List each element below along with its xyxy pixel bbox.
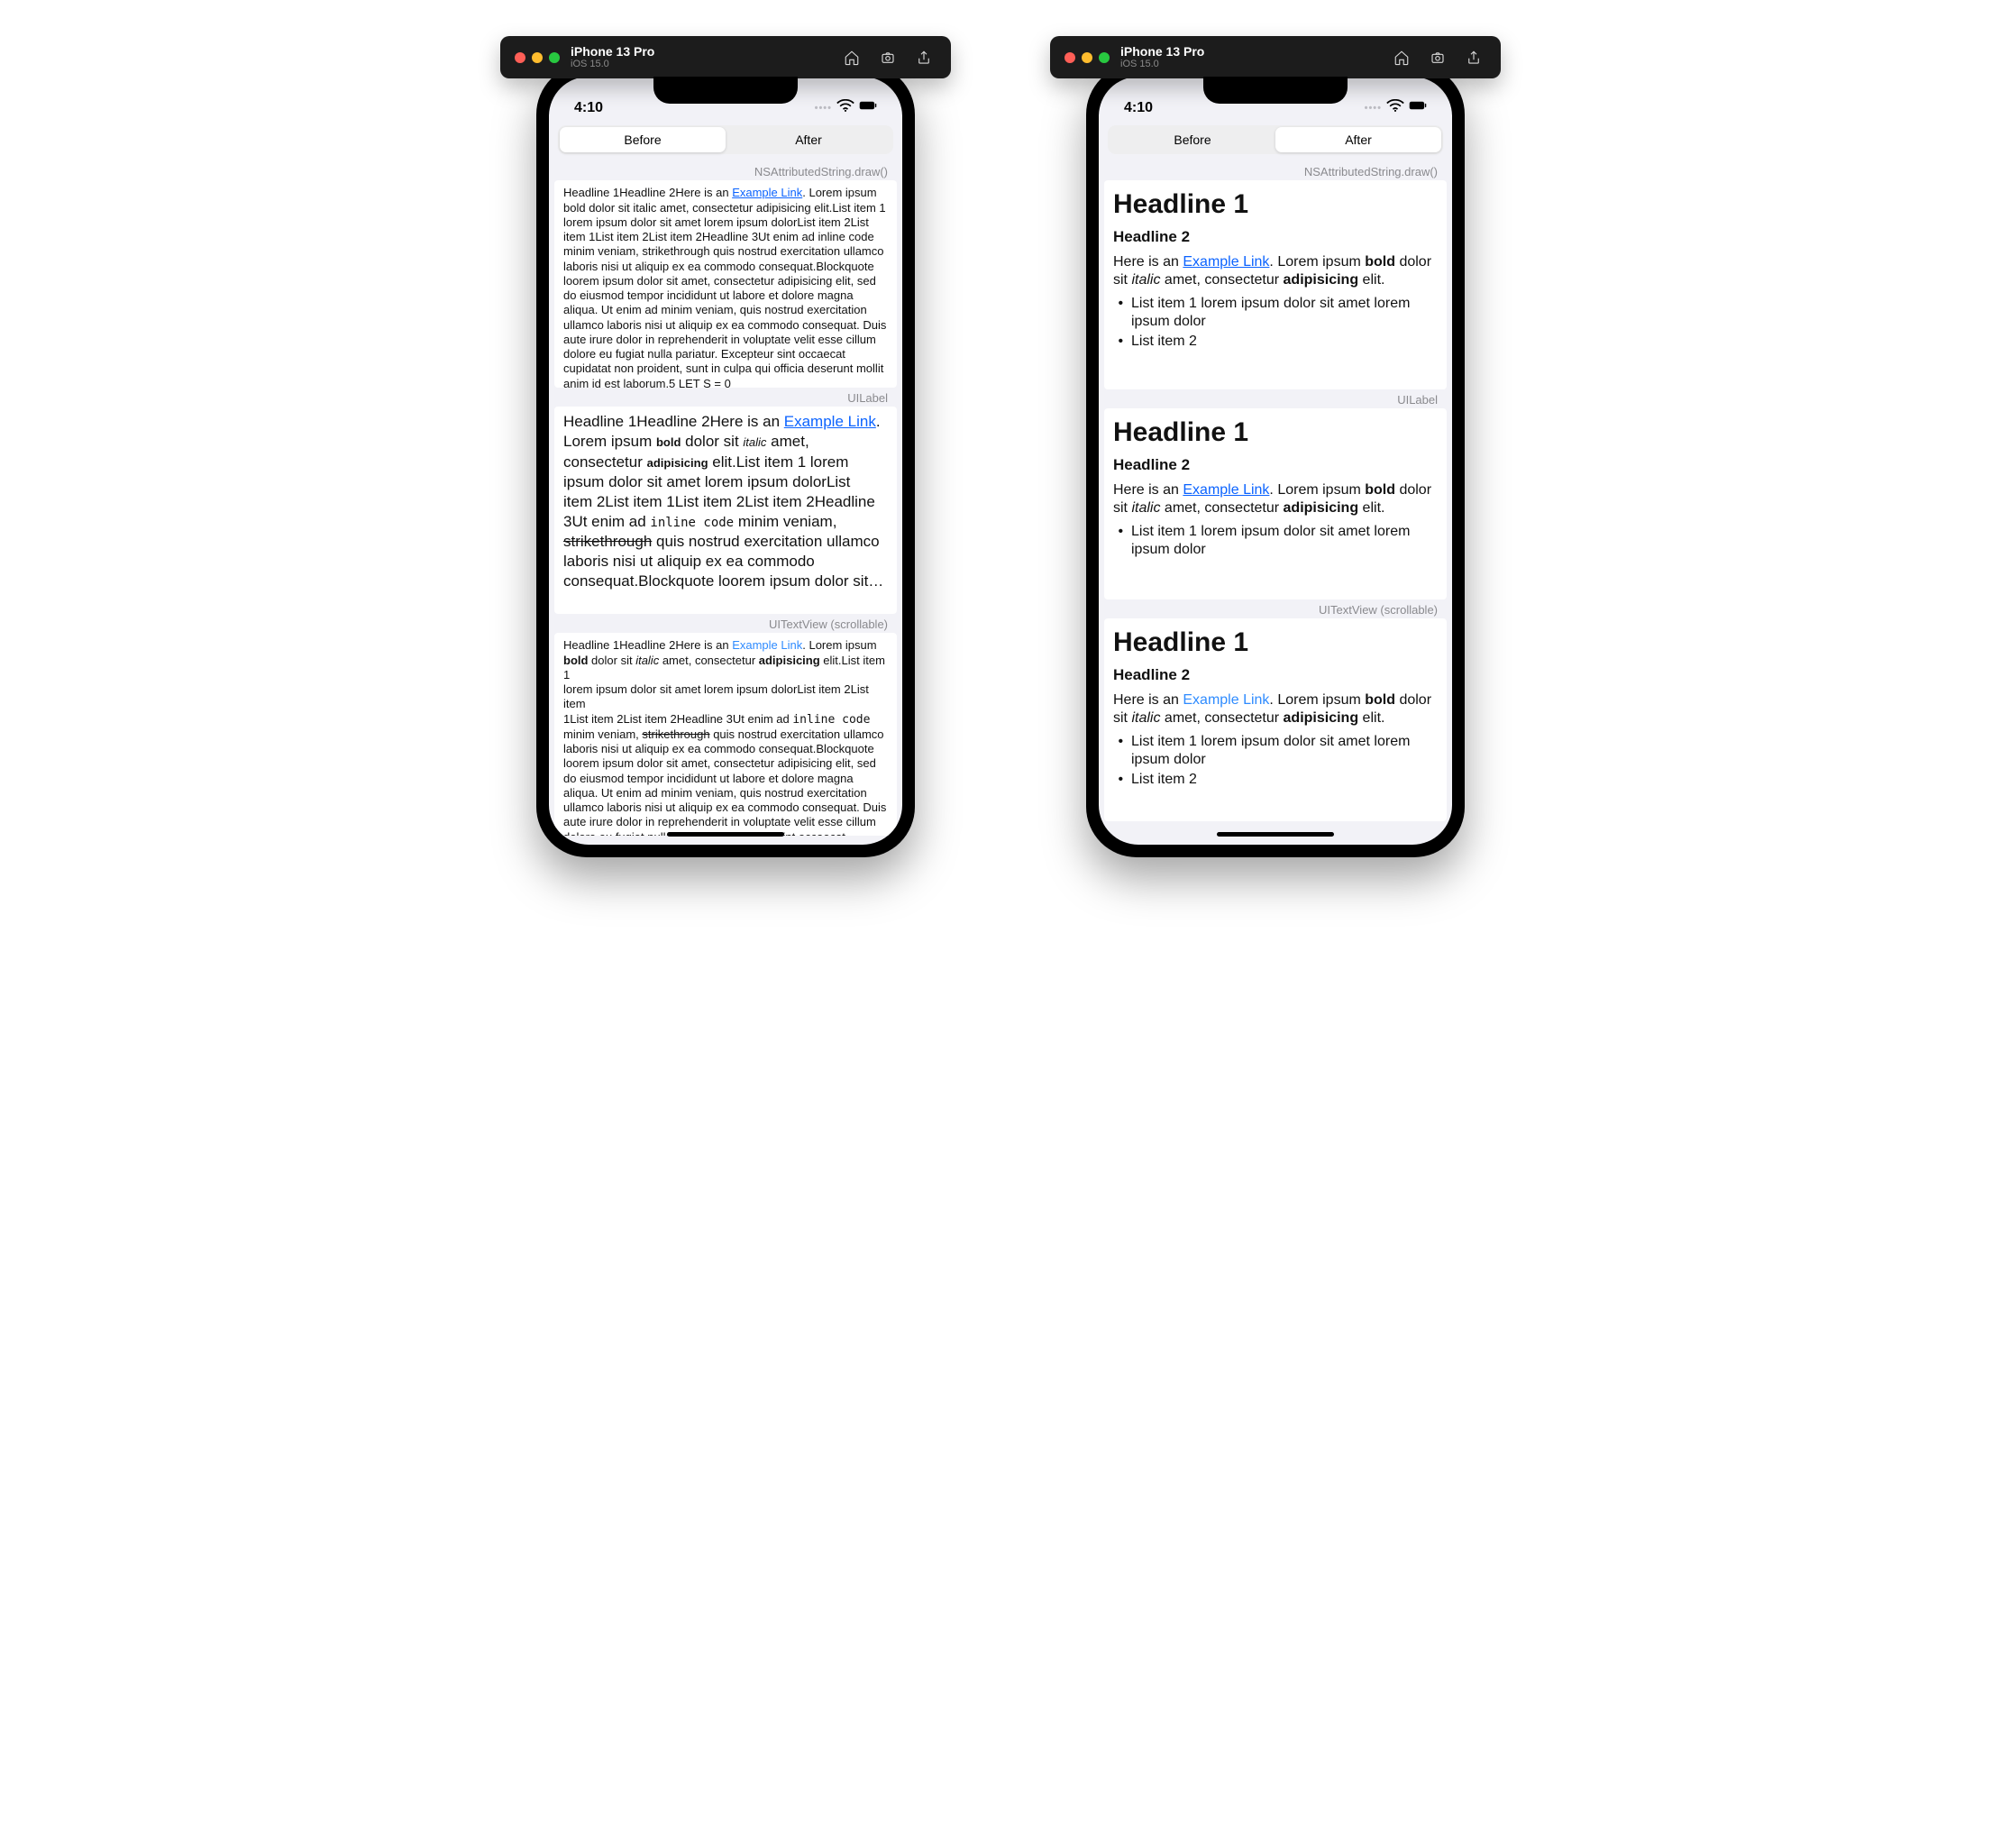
- close-icon[interactable]: [515, 52, 525, 63]
- section-label-draw: NSAttributedString.draw(): [1104, 161, 1447, 180]
- battery-icon: [1409, 99, 1427, 116]
- device-name: iPhone 13 Pro: [1120, 45, 1204, 59]
- example-link[interactable]: Example Link: [1183, 692, 1269, 708]
- panel-uilabel: Headline 1Headline 2Here is an Example L…: [554, 407, 897, 614]
- list-item: List item 2: [1131, 333, 1438, 351]
- cellular-icon: ••••: [815, 103, 832, 114]
- screenshot-icon[interactable]: [1425, 48, 1450, 68]
- section-label-uilabel: UILabel: [554, 388, 897, 407]
- simulator-before: iPhone 13 Pro iOS 15.0 4:10 •••• Before: [500, 36, 951, 857]
- headline-2: Headline 2: [1113, 455, 1438, 474]
- list-item: List item 1 lorem ipsum dolor sit amet l…: [1131, 733, 1438, 769]
- simulator-chrome: iPhone 13 Pro iOS 15.0: [500, 36, 951, 78]
- screenshot-icon[interactable]: [875, 48, 900, 68]
- device-title-block: iPhone 13 Pro iOS 15.0: [571, 45, 654, 69]
- device-os: iOS 15.0: [571, 59, 654, 69]
- headline-2: Headline 2: [1113, 665, 1438, 684]
- phone-frame: 4:10 •••• Before After NSAttributedStrin…: [1086, 64, 1465, 857]
- home-indicator[interactable]: [667, 832, 784, 837]
- panel-textview[interactable]: Headline 1 Headline 2 Here is an Example…: [1104, 618, 1447, 821]
- simulator-chrome: iPhone 13 Pro iOS 15.0: [1050, 36, 1501, 78]
- example-link[interactable]: Example Link: [732, 186, 802, 199]
- section-label-draw: NSAttributedString.draw(): [554, 161, 897, 180]
- minimize-icon[interactable]: [532, 52, 543, 63]
- tab-before[interactable]: Before: [560, 127, 726, 152]
- headline-2: Headline 2: [1113, 227, 1438, 246]
- section-label-textview: UITextView (scrollable): [1104, 599, 1447, 618]
- tab-after[interactable]: After: [1275, 127, 1441, 152]
- wifi-icon: [836, 99, 854, 116]
- status-time: 4:10: [574, 100, 603, 116]
- home-icon[interactable]: [839, 48, 864, 68]
- segmented-control[interactable]: Before After: [558, 125, 893, 154]
- home-indicator[interactable]: [1217, 832, 1334, 837]
- simulator-after: iPhone 13 Pro iOS 15.0 4:10 •••• Before: [1050, 36, 1501, 857]
- home-icon[interactable]: [1389, 48, 1414, 68]
- segmented-control[interactable]: Before After: [1108, 125, 1443, 154]
- example-link[interactable]: Example Link: [732, 638, 802, 652]
- window-traffic-lights[interactable]: [1064, 52, 1110, 63]
- headline-1: Headline 1: [1113, 416, 1438, 450]
- phone-frame: 4:10 •••• Before After NSAttributedStrin…: [536, 64, 915, 857]
- headline-1: Headline 1: [1113, 188, 1438, 222]
- example-link[interactable]: Example Link: [1183, 254, 1269, 270]
- panel-textview[interactable]: Headline 1Headline 2Here is an Example L…: [554, 633, 897, 836]
- zoom-icon[interactable]: [1099, 52, 1110, 63]
- panel-draw: Headline 1Headline 2Here is an Example L…: [554, 180, 897, 388]
- panel-uilabel: Headline 1 Headline 2 Here is an Example…: [1104, 408, 1447, 599]
- share-icon[interactable]: [911, 48, 937, 68]
- notch: [1203, 77, 1348, 104]
- list-item: List item 2: [1131, 771, 1438, 789]
- list-item: List item 1 lorem ipsum dolor sit amet l…: [1131, 295, 1438, 331]
- wifi-icon: [1386, 99, 1404, 116]
- zoom-icon[interactable]: [549, 52, 560, 63]
- headline-1: Headline 1: [1113, 626, 1438, 660]
- minimize-icon[interactable]: [1082, 52, 1092, 63]
- tab-before[interactable]: Before: [1110, 127, 1275, 152]
- close-icon[interactable]: [1064, 52, 1075, 63]
- status-time: 4:10: [1124, 100, 1153, 116]
- device-name: iPhone 13 Pro: [571, 45, 654, 59]
- section-label-textview: UITextView (scrollable): [554, 614, 897, 633]
- cellular-icon: ••••: [1365, 103, 1382, 114]
- notch: [653, 77, 798, 104]
- share-icon[interactable]: [1461, 48, 1486, 68]
- section-label-uilabel: UILabel: [1104, 389, 1447, 408]
- device-title-block: iPhone 13 Pro iOS 15.0: [1120, 45, 1204, 69]
- list-item: List item 1 lorem ipsum dolor sit amet l…: [1131, 523, 1438, 559]
- window-traffic-lights[interactable]: [515, 52, 560, 63]
- example-link[interactable]: Example Link: [784, 413, 876, 430]
- battery-icon: [859, 99, 877, 116]
- device-os: iOS 15.0: [1120, 59, 1204, 69]
- panel-draw: Headline 1 Headline 2 Here is an Example…: [1104, 180, 1447, 389]
- example-link[interactable]: Example Link: [1183, 482, 1269, 498]
- tab-after[interactable]: After: [726, 127, 891, 152]
